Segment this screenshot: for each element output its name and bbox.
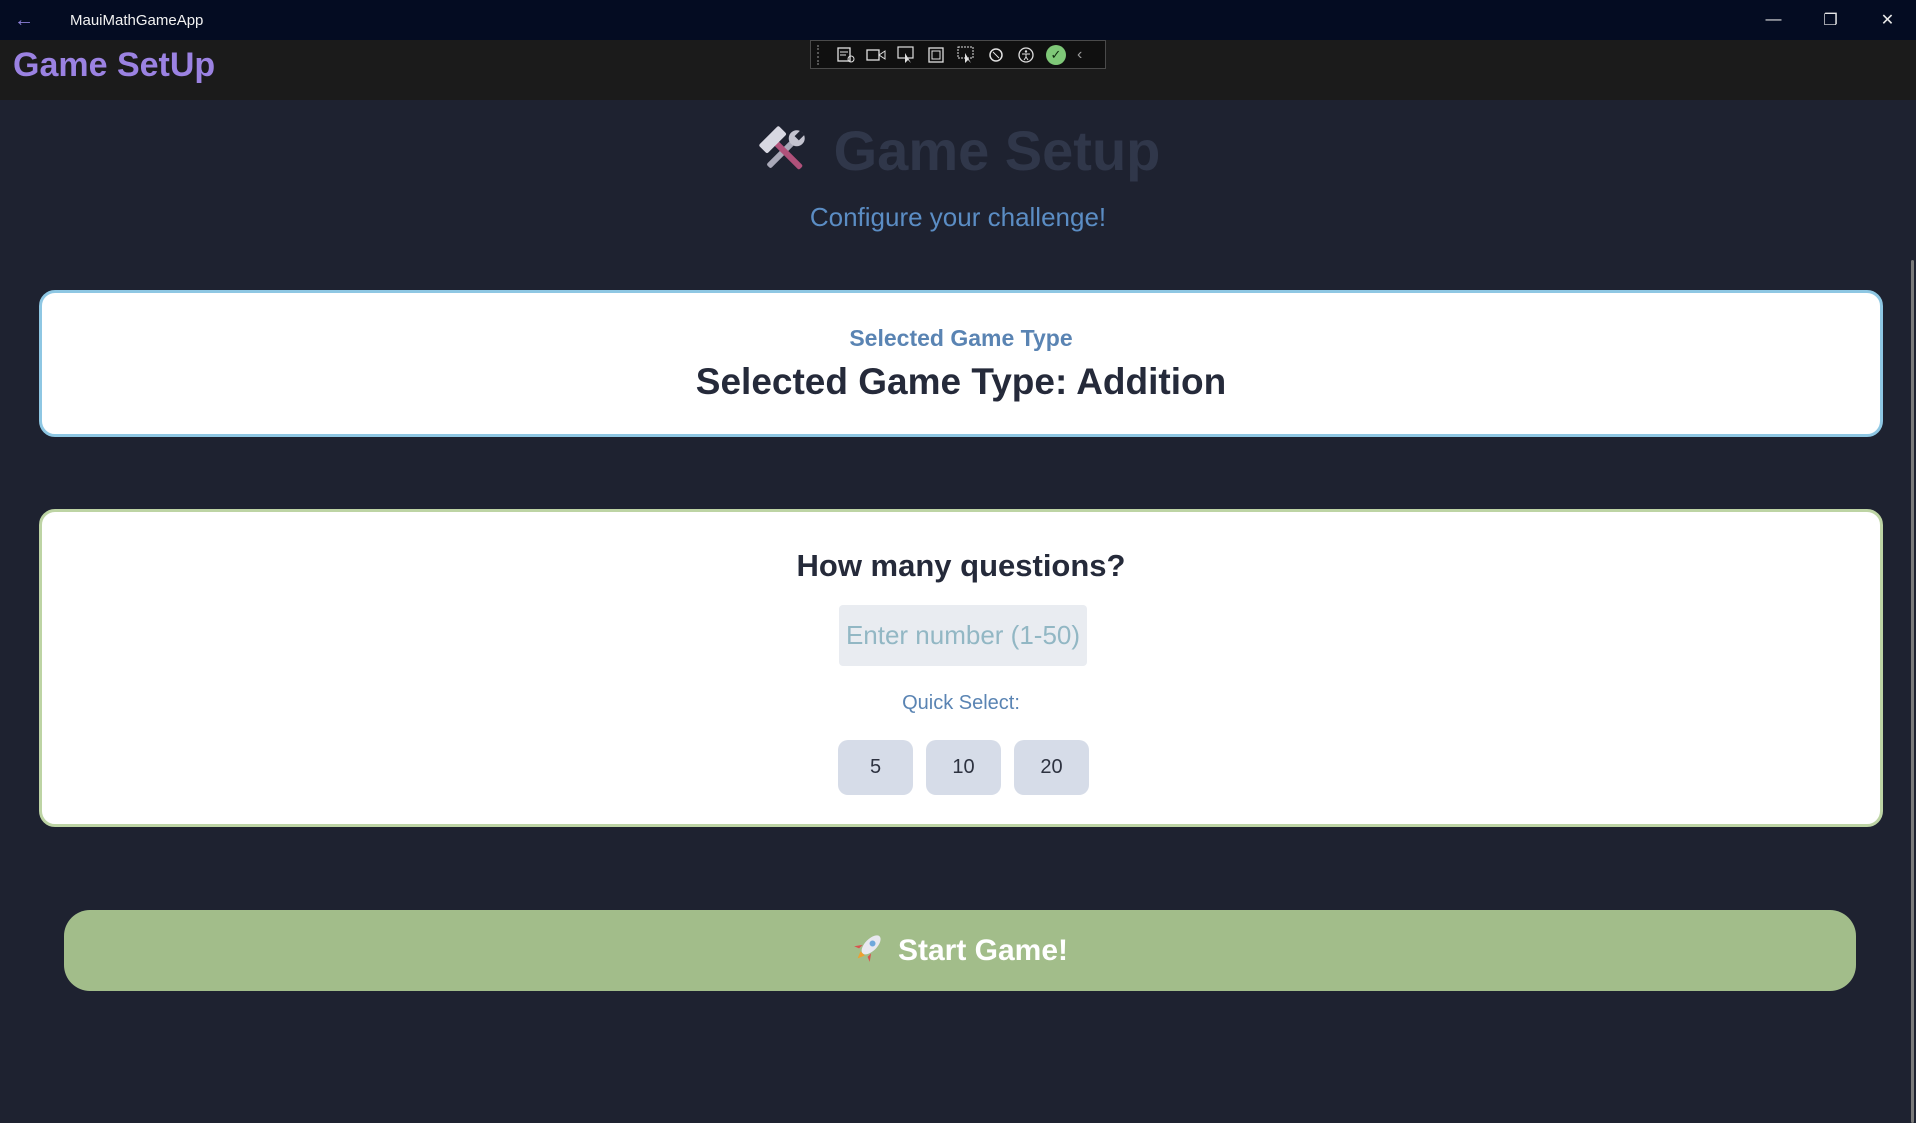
close-icon: ✕	[1880, 12, 1895, 29]
xaml-debug-toolbar: ✓ ‹	[810, 40, 1106, 69]
game-type-value: Selected Game Type: Addition	[695, 361, 1227, 402]
question-count-card: How many questions? Quick Select: 5 10 2…	[39, 509, 1883, 827]
page-heading: Game Setup	[833, 119, 1161, 182]
toolbar-grip[interactable]	[817, 44, 825, 65]
page-subtitle: Configure your challenge!	[809, 202, 1107, 232]
minimize-icon: —	[1765, 11, 1782, 28]
game-type-label: Selected Game Type	[849, 325, 1073, 351]
rocket-icon	[852, 930, 886, 971]
quick-select-options: 5 10 20	[838, 740, 1089, 795]
accessibility-icon[interactable]	[1013, 44, 1039, 66]
back-button[interactable]: ←	[0, 0, 48, 40]
live-visual-tree-icon[interactable]	[833, 44, 859, 66]
hammer-and-wrench-icon	[756, 123, 812, 179]
restore-icon: ❐	[1823, 12, 1838, 29]
start-game-label: Start Game!	[897, 933, 1069, 967]
window-controls: — ❐ ✕	[1745, 0, 1916, 40]
quick-select-20-button[interactable]: 20	[1014, 740, 1089, 795]
quick-select-5-button[interactable]: 5	[838, 740, 913, 795]
select-element-icon[interactable]	[893, 44, 919, 66]
nav-page-title: Game SetUp	[13, 46, 216, 84]
question-count-input[interactable]	[839, 605, 1087, 666]
close-button[interactable]: ✕	[1859, 0, 1916, 40]
quick-select-10-button[interactable]: 10	[926, 740, 1001, 795]
start-game-button[interactable]: Start Game!	[64, 910, 1856, 991]
page-header: Game Setup	[0, 118, 1916, 183]
quick-select-label: Quick Select:	[902, 692, 1020, 714]
collapse-chevron-icon[interactable]: ‹	[1077, 46, 1082, 64]
maximize-button[interactable]: ❐	[1802, 0, 1859, 40]
app-title: MauiMathGameApp	[70, 11, 204, 29]
vertical-scrollbar[interactable]	[1911, 260, 1914, 1123]
minimize-button[interactable]: —	[1745, 0, 1802, 40]
question-count-title: How many questions?	[796, 548, 1126, 583]
hot-reload-icon[interactable]	[983, 44, 1009, 66]
back-arrow-icon: ←	[14, 8, 34, 31]
video-capture-icon[interactable]	[863, 44, 889, 66]
check-icon[interactable]: ✓	[1043, 44, 1069, 66]
track-focused-element-icon[interactable]	[953, 44, 979, 66]
game-type-card: Selected Game Type Selected Game Type: A…	[39, 290, 1883, 437]
display-layout-adorners-icon[interactable]	[923, 44, 949, 66]
window-title-bar: ← MauiMathGameApp — ❐ ✕	[0, 0, 1916, 40]
page-content: Game Setup Configure your challenge! Sel…	[0, 100, 1916, 1123]
